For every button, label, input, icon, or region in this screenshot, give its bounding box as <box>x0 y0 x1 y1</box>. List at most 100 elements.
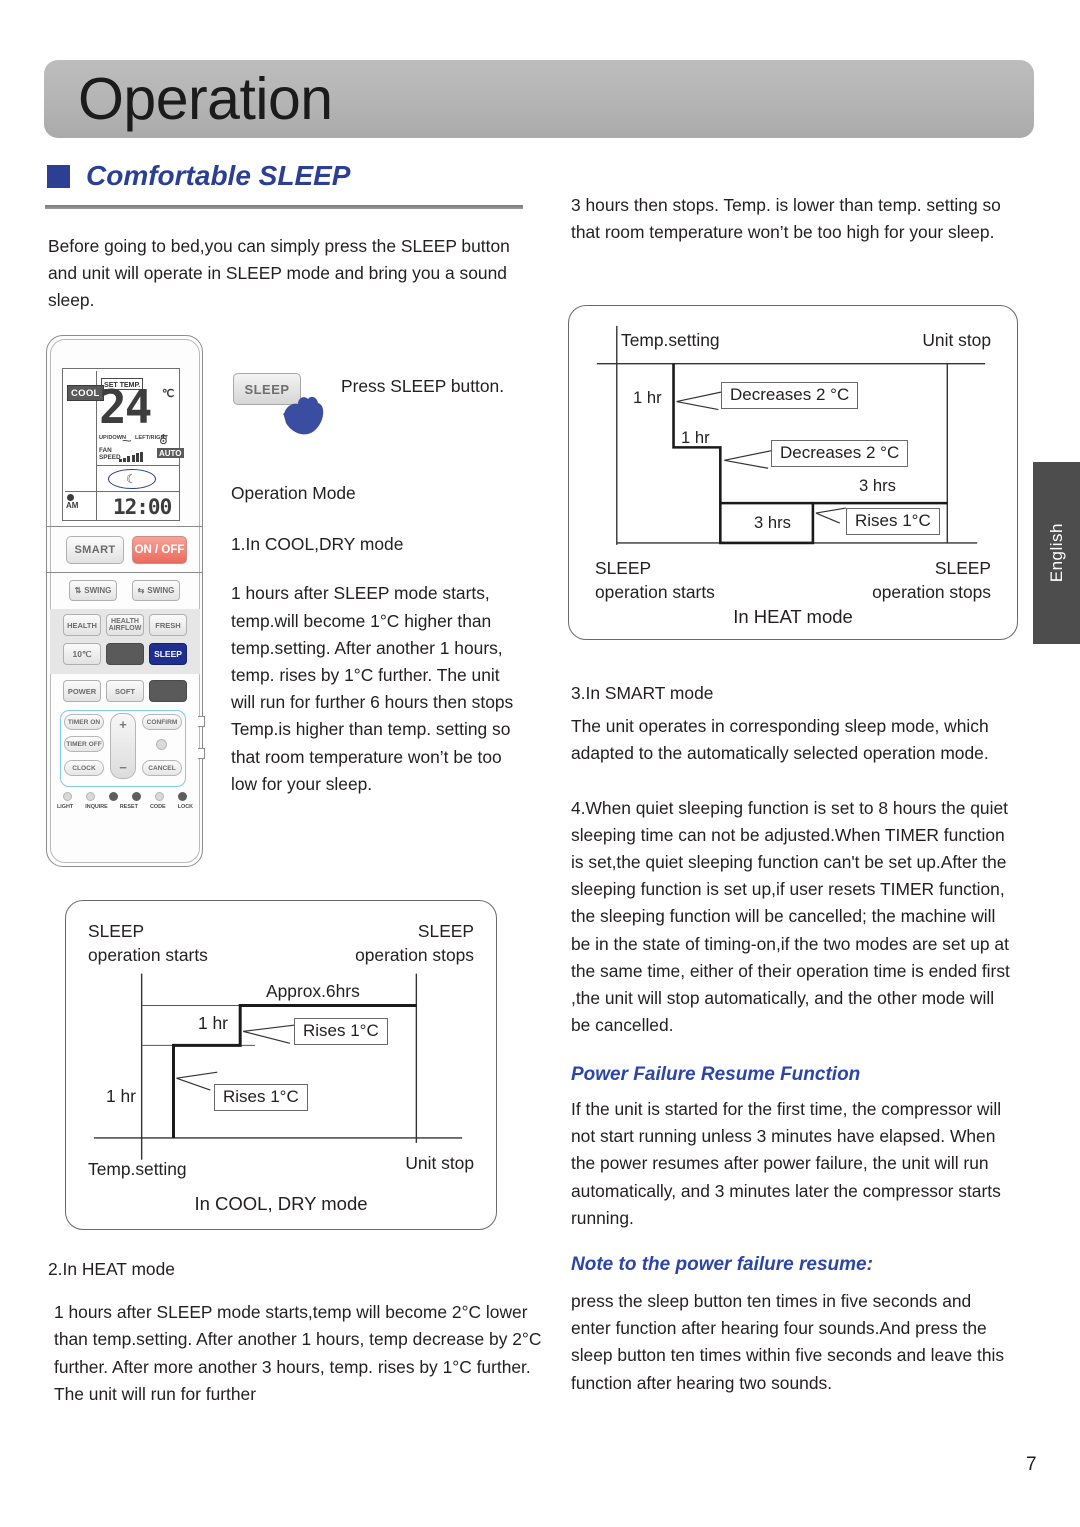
lcd-auto-tag: AUTO <box>157 448 184 458</box>
press-sleep-instruction: Press SLEEP button. <box>341 376 505 396</box>
power-failure-body: If the unit is started for the first tim… <box>571 1099 1002 1228</box>
mode2-body: 1 hours after SLEEP mode starts,temp wil… <box>54 1302 542 1404</box>
remote-minus-button[interactable]: − <box>119 760 127 775</box>
health-airflow-line2: AIRFLOW <box>108 625 142 632</box>
remote-separator-1 <box>47 526 202 528</box>
remote-temp-rocker[interactable]: + − <box>110 713 136 779</box>
section-bullet-icon <box>47 165 70 188</box>
heat-sleep-stop-title: SLEEP <box>934 558 991 578</box>
remote-control-illustration: COOL SET TEMP. 24 ℃ UP/DOWN ~ LEFT/RIGHT… <box>46 335 205 867</box>
remote-swing-horizontal-button[interactable]: ⇆ SWING <box>132 580 180 601</box>
operation-mode-block: Operation Mode 1.In COOL,DRY mode 1 hour… <box>231 480 521 798</box>
label-lock: LOCK <box>177 804 193 810</box>
remote-fresh-button[interactable]: FRESH <box>149 614 187 636</box>
remote-power-button[interactable]: POWER <box>63 680 101 702</box>
lcd-am-label: AM <box>66 501 79 510</box>
remote-onoff-button[interactable]: ON / OFF <box>132 536 187 564</box>
heat-sleep-stop-sub: operation stops <box>872 582 991 602</box>
cool-unit-stop-label: Unit stop <box>405 1153 474 1173</box>
swing-leftright-icon: ⛢ <box>159 433 168 447</box>
cool-diagram-caption: In COOL, DRY mode <box>194 1193 368 1214</box>
page-number: 7 <box>1026 1454 1037 1475</box>
section-title: Comfortable SLEEP <box>86 160 351 191</box>
lcd-fan-label: FAN SPEED <box>99 447 121 461</box>
remote-timer-on-button[interactable]: TIMER ON <box>64 714 104 730</box>
remote-sleep-button[interactable]: SLEEP <box>149 643 187 665</box>
sleep-moon-icon: ☾ <box>126 472 137 486</box>
heat-callout-3: Rises 1°C <box>846 508 940 535</box>
intro-paragraph: Before going to bed,you can simply press… <box>48 236 510 311</box>
clock-icon <box>67 494 74 501</box>
heat-diagram-caption: In HEAT mode <box>733 606 853 627</box>
dot-light[interactable] <box>63 792 72 801</box>
lcd-divider-horizontal-1 <box>96 465 179 467</box>
operation-mode-heading: Operation Mode <box>231 483 356 503</box>
heat-callout-1: Decreases 2 °C <box>721 382 859 409</box>
remote-separator-2 <box>47 572 202 574</box>
label-code: CODE <box>150 804 166 810</box>
heat-callout-2: Decreases 2 °C <box>771 440 909 467</box>
cool-duration-top: Approx.6hrs <box>266 981 360 1001</box>
remote-small-round-button[interactable] <box>156 739 167 750</box>
lcd-divider-horizontal-2 <box>65 491 179 493</box>
mode2-block: 2.In HEAT mode 1 hours after SLEEP mode … <box>48 1256 548 1408</box>
dot-lock[interactable] <box>155 792 164 801</box>
cool-step1-duration: 1 hr <box>198 1013 228 1033</box>
heat-step1-duration: 1 hr <box>633 388 662 407</box>
remote-bottom-dots <box>63 792 187 801</box>
language-tab: English <box>1033 462 1080 644</box>
remote-health-airflow-button[interactable]: HEALTH AIRFLOW <box>106 614 144 636</box>
lcd-clock-value: 12:00 <box>113 495 172 519</box>
remote-blank-button-1[interactable] <box>106 643 144 665</box>
note-body: press the sleep button ten times in five… <box>571 1291 1005 1393</box>
continuation-block: 3 hours then stops. Temp. is lower than … <box>571 192 1015 246</box>
cool-dry-step-chart <box>93 973 463 1160</box>
heat-step2-duration: 1 hr <box>681 428 710 447</box>
remote-timer-off-button[interactable]: TIMER OFF <box>64 736 104 752</box>
cool-dry-mode-diagram: SLEEP operation starts SLEEP operation s… <box>65 900 497 1230</box>
remote-cancel-button[interactable]: CANCEL <box>142 760 182 776</box>
heat-sleep-start-sub: operation starts <box>595 582 715 602</box>
mode1-body: 1 hours after SLEEP mode starts, temp.wi… <box>231 583 514 794</box>
dot-inquire[interactable] <box>86 792 95 801</box>
page-title: Operation <box>78 66 333 132</box>
mode3-block: 3.In SMART mode The unit operates in cor… <box>571 680 1015 1039</box>
remote-ten-degree-button[interactable]: 10℃ <box>63 643 101 665</box>
remote-blank-button-2[interactable] <box>149 680 187 702</box>
note-block: Note to the power failure resume: press … <box>571 1250 1015 1397</box>
language-tab-label: English <box>1046 523 1066 583</box>
power-failure-block: Power Failure Resume Function If the uni… <box>571 1060 1015 1232</box>
heat-sleep-start-title: SLEEP <box>595 558 652 578</box>
swing-horizontal-arrow-icon: ⇆ <box>137 586 145 595</box>
remote-soft-button[interactable]: SOFT <box>106 680 144 702</box>
remote-lcd-display: COOL SET TEMP. 24 ℃ UP/DOWN ~ LEFT/RIGHT… <box>62 368 184 521</box>
label-inquire: INQUIRE <box>85 804 108 810</box>
intro-paragraph-container: Before going to bed,you can simply press… <box>48 233 540 315</box>
remote-bottom-labels: LIGHT INQUIRE RESET CODE LOCK <box>57 804 193 810</box>
remote-swing-vertical-label: SWING <box>84 586 112 595</box>
remote-swing-vertical-button[interactable]: ⇅ SWING <box>69 580 117 601</box>
label-light: LIGHT <box>57 804 74 810</box>
remote-confirm-button[interactable]: CONFIRM <box>142 714 182 730</box>
label-reset: RESET <box>119 804 138 810</box>
dot-code[interactable] <box>132 792 141 801</box>
cool-temp-setting-label: Temp.setting <box>88 1159 187 1179</box>
remote-side-nub-1 <box>198 716 205 727</box>
mode1-heading: 1.In COOL,DRY mode <box>231 534 404 555</box>
remote-smart-button[interactable]: SMART <box>66 536 124 564</box>
dot-extra[interactable] <box>178 792 187 801</box>
swing-updown-icon: ~ <box>121 433 132 448</box>
power-failure-heading: Power Failure Resume Function <box>571 1064 861 1085</box>
lcd-fan-label-line2: SPEED <box>99 453 121 461</box>
note-heading: Note to the power failure resume: <box>571 1254 873 1275</box>
remote-health-button[interactable]: HEALTH <box>63 614 101 636</box>
cool-step2-duration: 1 hr <box>106 1086 136 1106</box>
continuation-paragraph: 3 hours then stops. Temp. is lower than … <box>571 195 1001 243</box>
lcd-temperature-unit: ℃ <box>162 388 175 400</box>
health-airflow-line1: HEALTH <box>111 617 139 625</box>
remote-clock-button[interactable]: CLOCK <box>64 760 104 776</box>
remote-plus-button[interactable]: + <box>119 717 127 732</box>
swing-vertical-arrow-icon: ⇅ <box>74 586 82 595</box>
dot-reset[interactable] <box>109 792 118 801</box>
heat-step4-duration: 3 hrs <box>754 513 791 532</box>
